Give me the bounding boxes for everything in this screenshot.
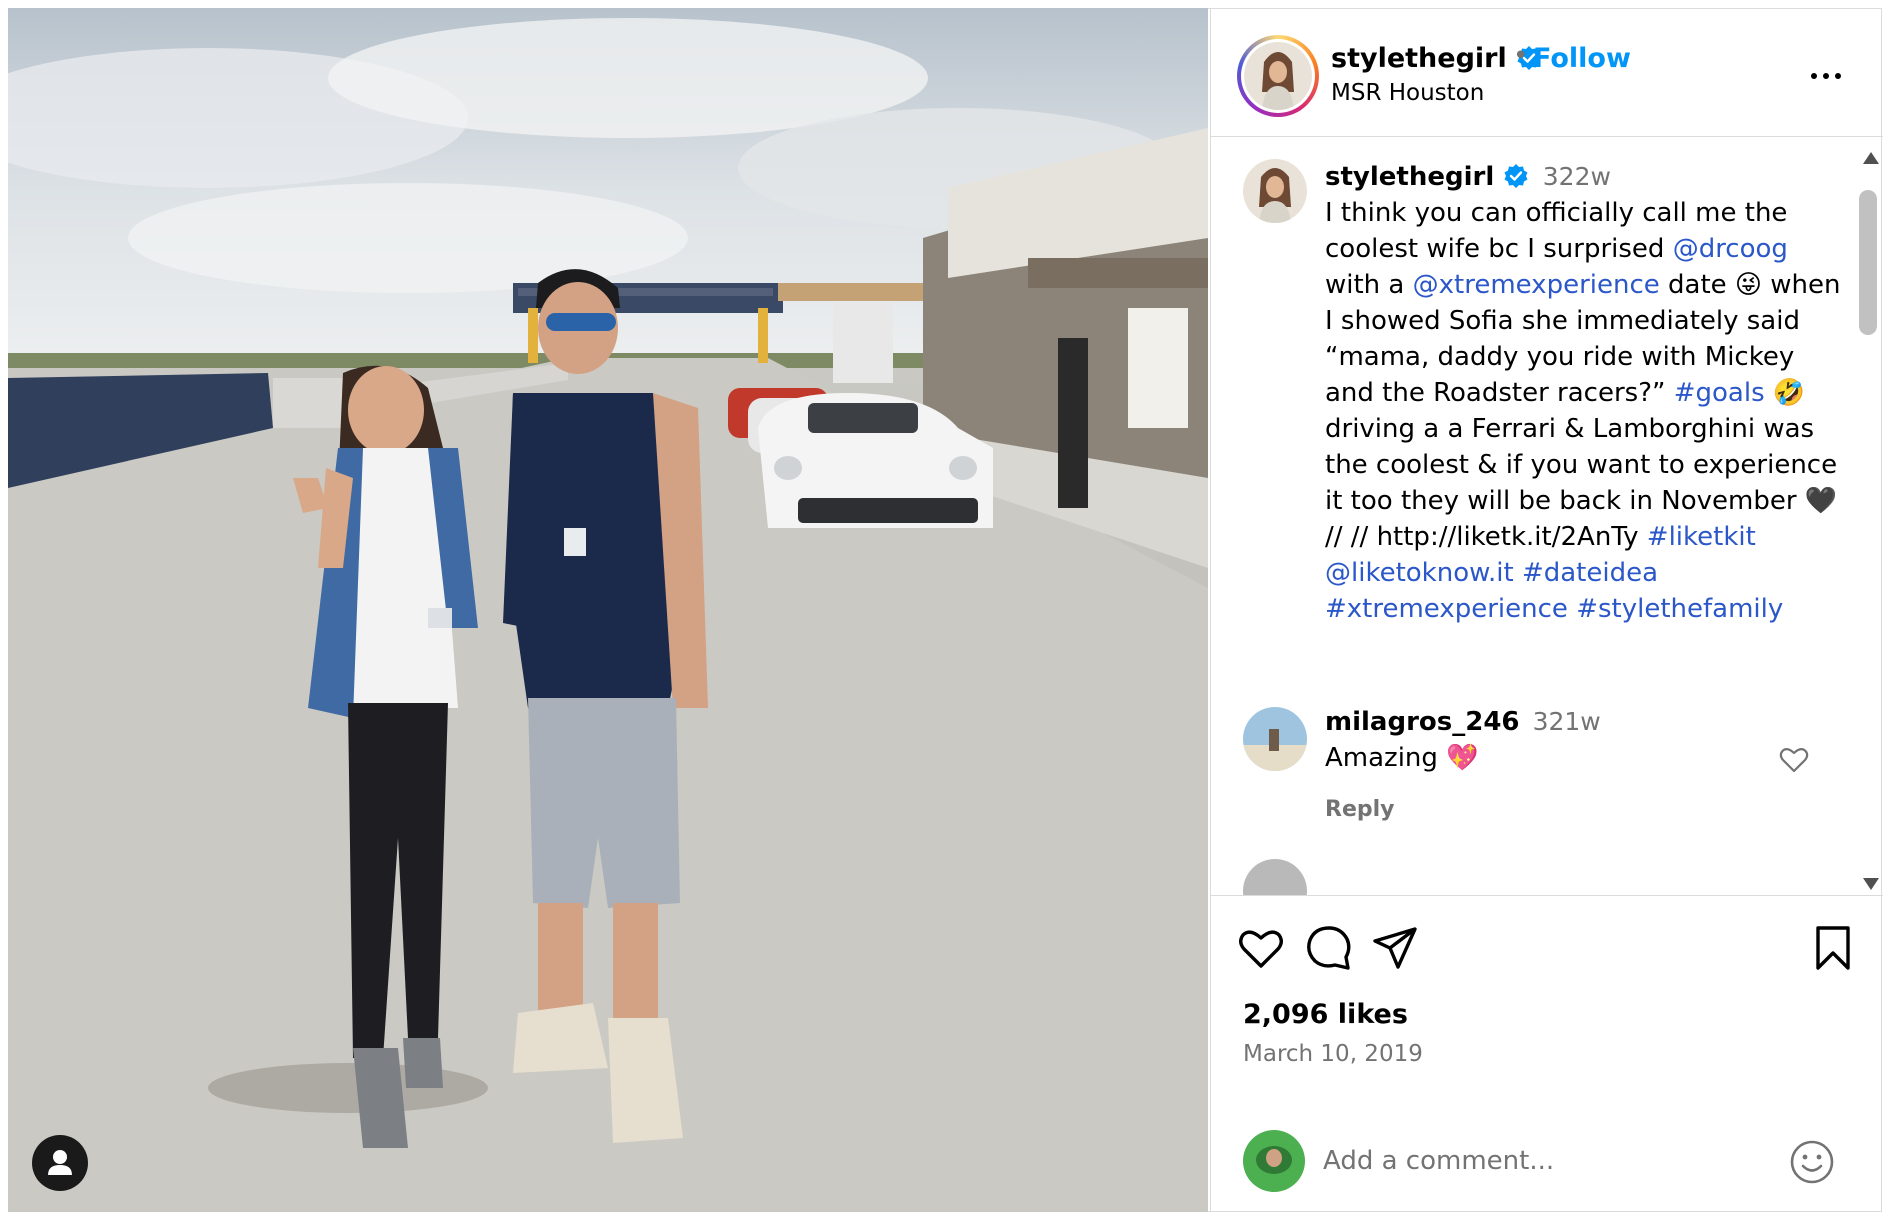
header-separator: •: [1513, 41, 1529, 71]
caption-segment: [1514, 558, 1522, 588]
mention-link[interactable]: @xtremexperience: [1413, 270, 1660, 300]
likes-count[interactable]: 2,096 likes: [1243, 999, 1408, 1030]
post-caption: stylethegirl 322w I think you can offici…: [1325, 159, 1845, 627]
reply-button[interactable]: Reply: [1325, 797, 1395, 822]
post-photo[interactable]: [8, 8, 1208, 1212]
scroll-down-icon[interactable]: [1862, 877, 1880, 891]
caption-username[interactable]: stylethegirl: [1325, 162, 1494, 192]
comment-icon[interactable]: [1305, 924, 1353, 972]
caption-segment: [1568, 594, 1576, 624]
comment-text: Amazing 💖: [1325, 743, 1479, 773]
story-ring[interactable]: [1237, 35, 1319, 117]
hashtag-link[interactable]: #stylethefamily: [1576, 594, 1783, 624]
comment-input[interactable]: [1321, 1138, 1765, 1184]
emoji-icon[interactable]: [1789, 1139, 1835, 1185]
mention-link[interactable]: @liketoknow.it: [1325, 558, 1514, 588]
commenter-avatar-partial[interactable]: [1243, 859, 1307, 895]
hashtag-link[interactable]: #xtremexperience: [1325, 594, 1568, 624]
post-location[interactable]: MSR Houston: [1331, 80, 1484, 106]
bookmark-icon[interactable]: [1809, 924, 1857, 972]
post-actions: 2,096 likes March 10, 2019: [1211, 896, 1883, 1096]
add-comment-bar: [1211, 1108, 1883, 1212]
caption-avatar[interactable]: [1243, 159, 1307, 223]
commenter-avatar[interactable]: [1243, 707, 1307, 771]
verified-badge-icon: [1504, 164, 1527, 188]
post-header: stylethegirl • Follow MSR Houston: [1211, 8, 1883, 137]
follow-button[interactable]: Follow: [1533, 43, 1631, 74]
caption-segment: with a: [1325, 270, 1413, 300]
user-tag-icon: [48, 1150, 72, 1175]
post-side-panel: stylethegirl • Follow MSR Houston stylet…: [1210, 8, 1883, 1212]
comment-author: milagros_246 321w: [1325, 707, 1601, 737]
comment-like-heart-icon[interactable]: [1779, 745, 1809, 775]
comment-timestamp[interactable]: 321w: [1533, 707, 1601, 736]
author-username[interactable]: stylethegirl: [1331, 43, 1542, 74]
author-avatar[interactable]: [1244, 42, 1312, 110]
current-user-avatar: [1243, 1130, 1305, 1192]
post-image: [8, 8, 1208, 1212]
comments-section[interactable]: stylethegirl 322w I think you can offici…: [1211, 137, 1883, 896]
share-icon[interactable]: [1371, 924, 1419, 972]
heart-icon[interactable]: [1237, 924, 1285, 972]
hashtag-link[interactable]: #liketkit: [1647, 522, 1756, 552]
hashtag-link[interactable]: #dateidea: [1522, 558, 1658, 588]
hashtag-link[interactable]: #goals: [1674, 378, 1765, 408]
post-date[interactable]: March 10, 2019: [1243, 1041, 1423, 1067]
comments-scrollbar-thumb[interactable]: [1859, 190, 1877, 335]
more-options-icon[interactable]: [1806, 66, 1846, 86]
comment-username[interactable]: milagros_246: [1325, 707, 1520, 737]
mention-link[interactable]: @drcoog: [1673, 234, 1788, 264]
caption-timestamp[interactable]: 322w: [1543, 162, 1611, 191]
user-tag-button[interactable]: [32, 1135, 88, 1191]
author-username-text[interactable]: stylethegirl: [1331, 43, 1507, 74]
scroll-up-icon[interactable]: [1862, 151, 1880, 165]
